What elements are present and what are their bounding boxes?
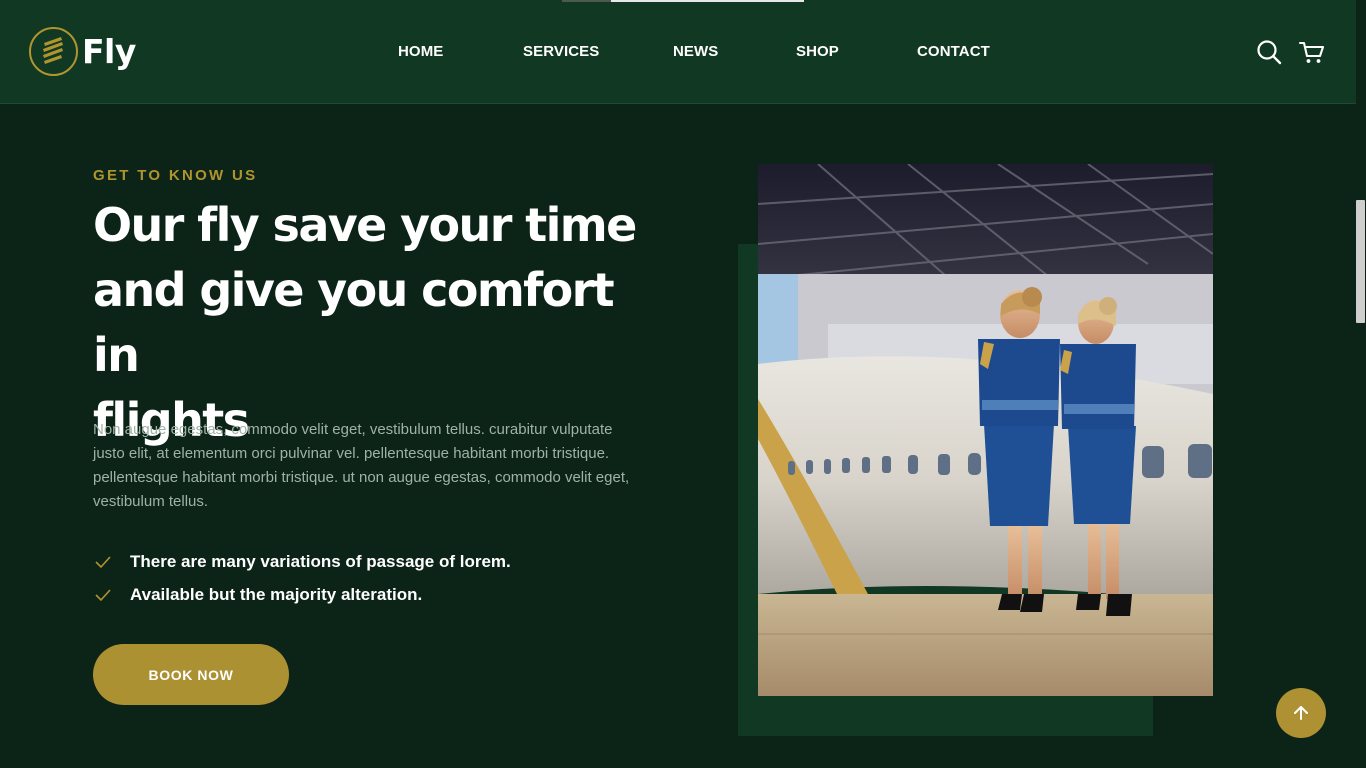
flight-attendants-photo	[758, 164, 1213, 696]
headline-line: and give you comfort in	[93, 263, 615, 382]
site-header: Fly HOME SERVICES NEWS SHOP CONTACT	[0, 0, 1356, 104]
arrow-up-icon	[1294, 706, 1308, 720]
search-icon[interactable]	[1255, 38, 1283, 66]
section-eyebrow: GET TO KNOW US	[93, 167, 258, 184]
logo[interactable]: Fly	[29, 27, 136, 76]
nav-home[interactable]: HOME	[398, 43, 443, 60]
nav-contact[interactable]: CONTACT	[917, 43, 990, 60]
feature-item: Available but the majority alteration.	[93, 578, 511, 611]
scrollbar-thumb[interactable]	[1356, 200, 1365, 323]
logo-icon	[29, 27, 78, 76]
cart-icon[interactable]	[1298, 38, 1326, 66]
top-strip	[611, 0, 804, 2]
feature-list: There are many variations of passage of …	[93, 545, 511, 611]
nav-shop[interactable]: SHOP	[796, 43, 839, 60]
logo-text: Fly	[82, 32, 136, 71]
nav-news[interactable]: NEWS	[673, 43, 718, 60]
top-strip-dark	[562, 0, 611, 2]
headline-line: Our fly save your time	[93, 198, 637, 252]
scroll-to-top-button[interactable]	[1276, 688, 1326, 738]
section-headline: Our fly save your time and give you comf…	[93, 193, 653, 453]
book-now-button[interactable]: BOOK NOW	[93, 644, 289, 705]
feature-text: There are many variations of passage of …	[130, 551, 511, 571]
check-icon	[93, 585, 113, 605]
scrollbar-track[interactable]	[1356, 0, 1366, 768]
section-body: Non augue egestas, commodo velit eget, v…	[93, 421, 630, 510]
feature-text: Available but the majority alteration.	[130, 584, 423, 604]
nav-services[interactable]: SERVICES	[523, 43, 599, 60]
check-icon	[93, 552, 113, 572]
feature-item: There are many variations of passage of …	[93, 545, 511, 578]
